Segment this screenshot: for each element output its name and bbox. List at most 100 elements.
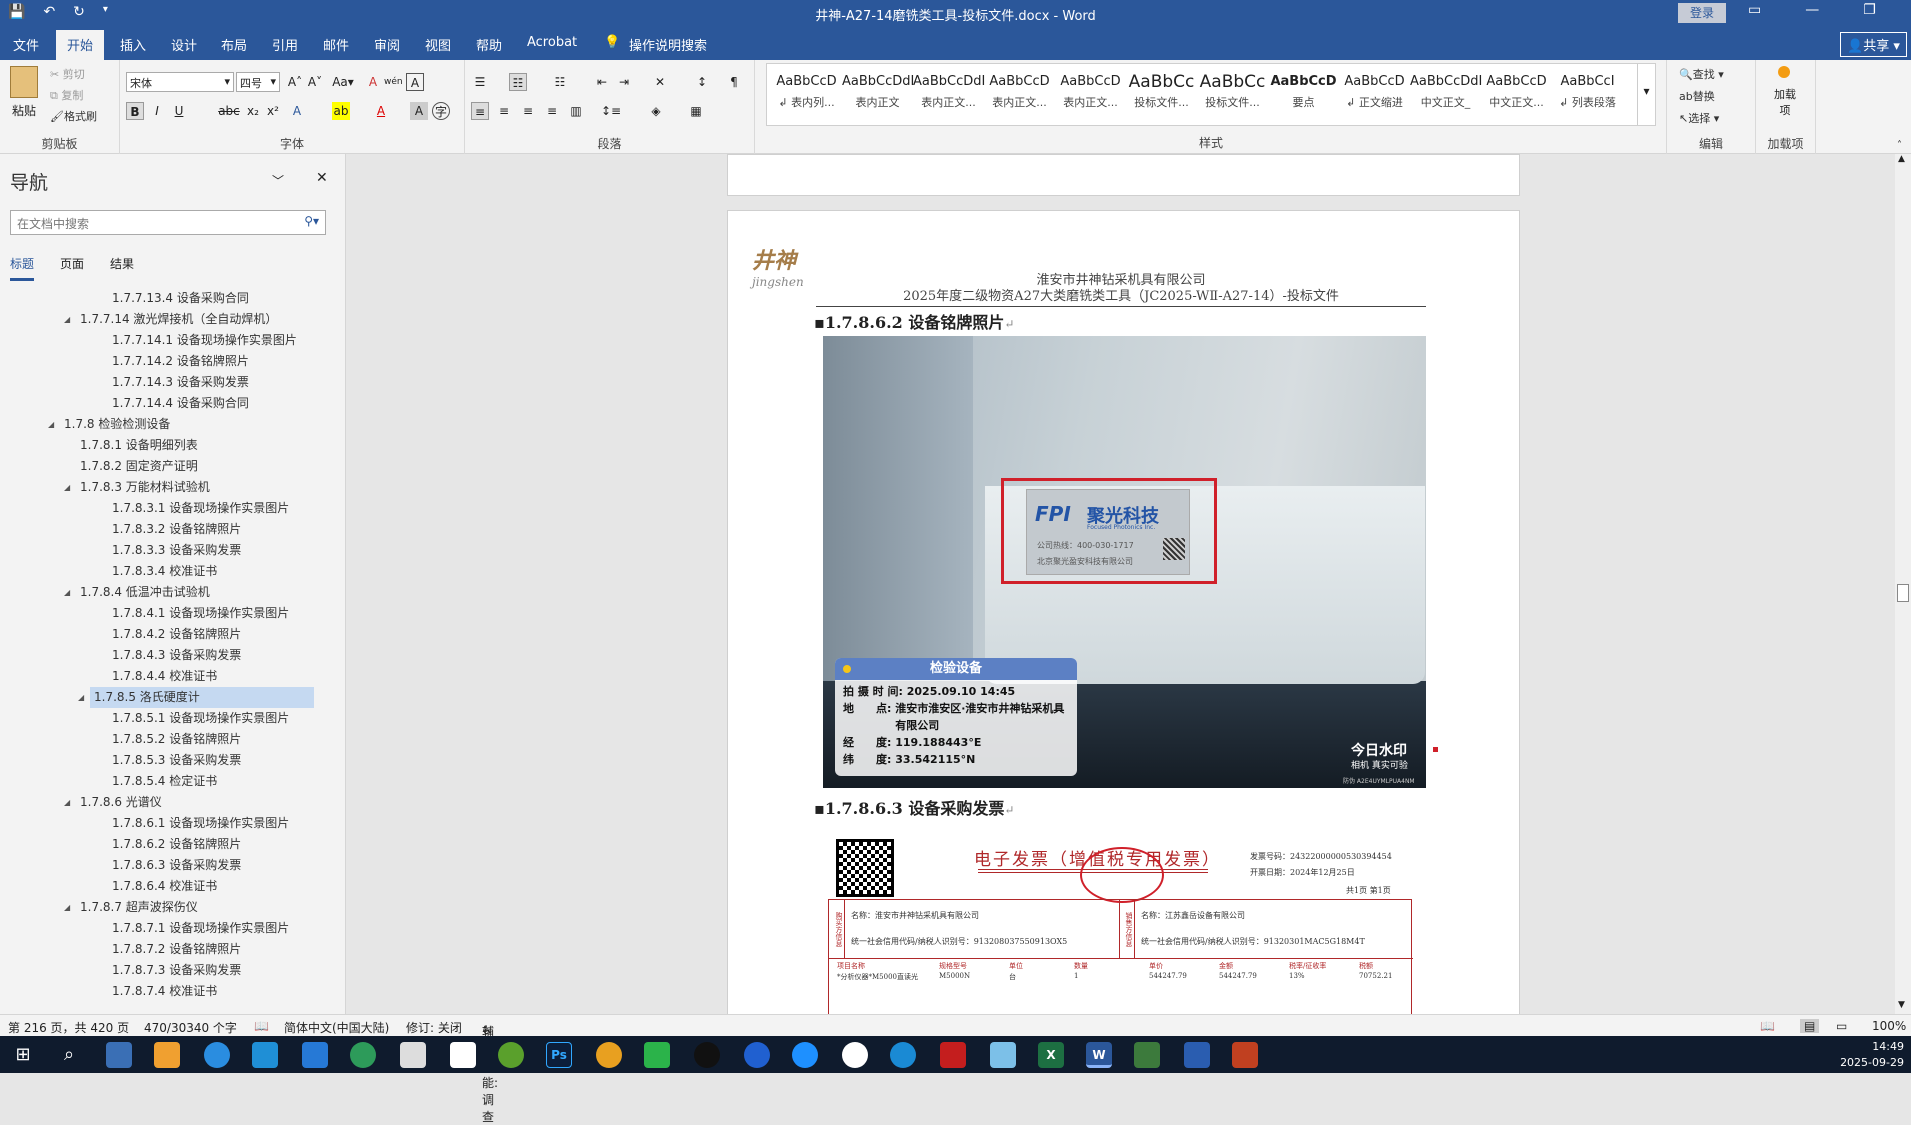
font-size-combo[interactable]: 四号 ▾ [236,72,280,92]
borders-icon[interactable]: ▦ [687,102,705,120]
tab-home[interactable]: 开始 [56,30,105,60]
nav-heading-item[interactable]: 1.7.7.14.4 设备采购合同 [0,393,346,414]
style-item[interactable]: AaBbCcDdI 表内正文 [842,70,914,122]
collapse-arrow-icon[interactable]: ◢ [64,477,70,498]
nav-heading-item[interactable]: 1.7.8.4.3 设备采购发票 [0,645,346,666]
increase-indent-icon[interactable]: ⇥ [615,73,633,91]
replace-button[interactable]: ab替换 [1679,88,1715,104]
page-count[interactable]: 第 216 页，共 420 页 [8,1019,129,1036]
font-name-combo[interactable]: 宋体 ▾ [126,72,234,92]
start-icon[interactable]: ⊞ [10,1042,36,1068]
text-effects-icon[interactable]: A [288,102,306,120]
heading-nameplate[interactable]: ▪1.7.8.6.2 设备铭牌照片↵ [814,309,1014,333]
strikethrough-icon[interactable]: abc [216,102,242,120]
nav-tab-pages[interactable]: 页面 [60,255,84,281]
nav-heading-item[interactable]: 1.7.7.13.4 设备采购合同 [0,288,346,309]
nav-heading-item[interactable]: ◢ 1.7.7.14 激光焊接机（全自动焊机） [0,309,346,330]
char-border-icon[interactable]: A [406,73,424,91]
tab-mailings[interactable]: 邮件 [323,35,349,54]
style-item[interactable]: AaBbCcD 表内正文... [984,70,1055,122]
vertical-scrollbar[interactable]: ▲ ▼ [1895,154,1911,1014]
style-item[interactable]: AaBbCcD 中文正文... [1481,70,1552,122]
app-icon[interactable] [302,1042,328,1068]
style-item[interactable]: AaBbCc 投标文件... [1126,70,1197,122]
read-mode-icon[interactable]: 📖 [1760,1019,1775,1033]
superscript-icon[interactable]: x² [264,102,282,120]
addin-icon[interactable] [1778,66,1790,78]
align-right-icon[interactable]: ≡ [519,102,537,120]
tab-design[interactable]: 设计 [171,35,197,54]
highlight-icon[interactable]: ab [332,102,350,120]
calculator-icon[interactable] [106,1042,132,1068]
underline-icon[interactable]: U [170,102,188,120]
chinese-layout-icon[interactable]: ✕ [651,73,669,91]
align-center-icon[interactable]: ≡ [495,102,513,120]
nav-heading-item[interactable]: ◢ 1.7.8 检验检测设备 [0,414,346,435]
app-icon[interactable] [400,1042,426,1068]
app-icon[interactable] [498,1042,524,1068]
collapse-arrow-icon[interactable]: ◢ [64,897,70,918]
style-item[interactable]: AaBbCcDdI 表内正文... [913,70,985,122]
distributed-icon[interactable]: ▥ [567,102,585,120]
nav-heading-item[interactable]: 1.7.8.4.4 校准证书 [0,666,346,687]
nav-heading-item[interactable]: 1.7.8.6.2 设备铭牌照片 [0,834,346,855]
nav-heading-item[interactable]: 1.7.7.14.3 设备采购发票 [0,372,346,393]
multilevel-list-icon[interactable]: ☷ [551,73,569,91]
proofing-icon[interactable]: 📖 [254,1019,269,1033]
style-item[interactable]: AaBbCcI ↲ 列表段落 [1552,70,1623,122]
nav-heading-item[interactable]: 1.7.8.3.3 设备采购发票 [0,540,346,561]
excel-icon[interactable]: X [1038,1042,1064,1068]
app-icon[interactable] [596,1042,622,1068]
nav-heading-item[interactable]: 1.7.7.14.1 设备现场操作实景图片 [0,330,346,351]
nav-heading-item[interactable]: ◢ 1.7.8.6 光谱仪 [0,792,346,813]
nav-heading-item[interactable]: 1.7.8.5.1 设备现场操作实景图片 [0,708,346,729]
tab-view[interactable]: 视图 [425,35,451,54]
heading-invoice[interactable]: ▪1.7.8.6.3 设备采购发票↵ [814,795,1014,819]
nav-heading-item[interactable]: ◢ 1.7.8.4 低温冲击试验机 [0,582,346,603]
photoshop-icon[interactable]: Ps [546,1042,572,1068]
app-icon[interactable] [1184,1042,1210,1068]
collapse-ribbon-icon[interactable]: ˄ [1897,140,1902,151]
tell-me-search[interactable]: 操作说明搜索 [629,35,707,54]
tab-layout[interactable]: 布局 [221,35,247,54]
collapse-arrow-icon[interactable]: ◢ [64,792,70,813]
copy-button[interactable]: ⧉ 复制 [50,87,83,103]
web-layout-icon[interactable]: ▭ [1836,1019,1847,1033]
nav-tab-results[interactable]: 结果 [110,255,134,281]
nav-search-input[interactable]: 在文档中搜索 ⚲▾ [10,210,326,235]
nav-heading-item[interactable]: 1.7.8.5.4 检定证书 [0,771,346,792]
qq-icon[interactable] [694,1042,720,1068]
minimize-icon[interactable]: — [1805,2,1819,18]
tab-review[interactable]: 审阅 [374,35,400,54]
scroll-thumb[interactable] [1897,584,1909,602]
char-shading-icon[interactable]: A [410,102,428,120]
font-color-icon[interactable]: A [372,102,390,120]
edge-icon[interactable] [890,1042,916,1068]
app-icon[interactable] [744,1042,770,1068]
style-item[interactable]: AaBbCcD ↲ 表内列... [771,70,842,122]
nav-heading-item[interactable]: 1.7.8.5.2 设备铭牌照片 [0,729,346,750]
addins-button[interactable]: 加载项 [1770,86,1800,118]
tab-file[interactable]: 文件 [13,35,39,54]
nav-heading-item[interactable]: ◢ 1.7.8.7 超声波探伤仪 [0,897,346,918]
tab-insert[interactable]: 插入 [120,35,146,54]
search-icon[interactable]: ⚲▾ [304,214,319,228]
nav-heading-item[interactable]: 1.7.8.7.4 校准证书 [0,981,346,1002]
app-icon[interactable] [204,1042,230,1068]
nav-heading-item[interactable]: 1.7.8.2 固定资产证明 [0,456,346,477]
nav-heading-item[interactable]: 1.7.8.7.3 设备采购发票 [0,960,346,981]
wechat-icon[interactable] [644,1042,670,1068]
nav-heading-item[interactable]: 1.7.7.14.2 设备铭牌照片 [0,351,346,372]
word-count[interactable]: 470/30340 个字 [144,1019,237,1036]
close-icon[interactable]: ✕ [316,170,328,186]
app-icon[interactable] [350,1042,376,1068]
decrease-indent-icon[interactable]: ⇤ [593,73,611,91]
word-icon[interactable]: W [1086,1042,1112,1068]
clear-format-icon[interactable]: A [364,73,382,91]
app-icon[interactable] [154,1042,180,1068]
collapse-arrow-icon[interactable]: ◢ [48,414,54,435]
nav-heading-item[interactable]: ◢ 1.7.8.5 洛氏硬度计 [78,687,314,708]
italic-icon[interactable]: I [148,102,166,120]
style-item[interactable]: AaBbCcD 要点 [1268,70,1339,122]
collapse-arrow-icon[interactable]: ◢ [64,582,70,603]
